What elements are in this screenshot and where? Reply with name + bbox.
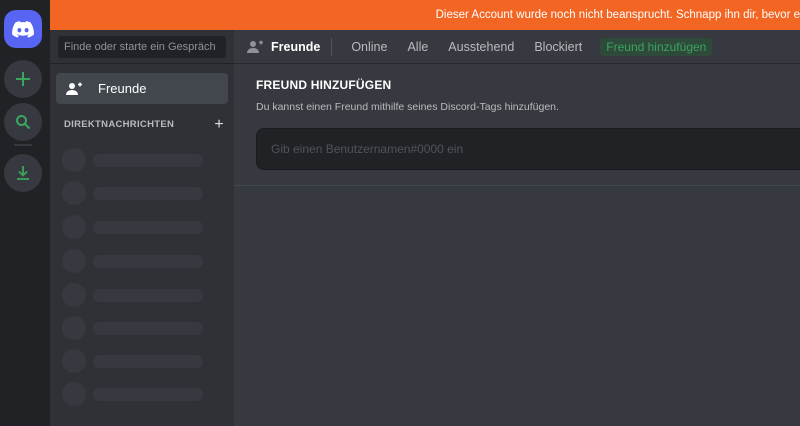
placeholder-bar xyxy=(93,221,203,234)
server-rail xyxy=(0,0,50,426)
tab-blocked[interactable]: Blockiert xyxy=(534,40,582,54)
sidebar-item-label: Freunde xyxy=(98,81,147,96)
page-title-text: Freunde xyxy=(271,39,321,54)
dm-placeholder-row xyxy=(62,283,212,307)
dm-search-bar: Finde oder starte ein Gespräch xyxy=(50,30,234,64)
dm-search-input[interactable]: Finde oder starte ein Gespräch xyxy=(58,35,226,58)
banner-text: Dieser Account wurde noch nicht beanspru… xyxy=(435,9,800,21)
placeholder-bar xyxy=(93,388,203,401)
friends-icon xyxy=(247,40,265,54)
dm-placeholder-row xyxy=(62,349,212,373)
placeholder-avatar xyxy=(62,316,86,340)
tab-add-friend[interactable]: Freund hinzufügen xyxy=(600,37,713,56)
placeholder-bar xyxy=(93,322,203,335)
placeholder-bar xyxy=(93,187,203,200)
placeholder-avatar xyxy=(62,181,86,205)
dm-section-title: DIREKTNACHRICHTEN xyxy=(64,119,175,130)
dm-placeholder-row xyxy=(62,181,212,205)
plus-icon xyxy=(16,72,30,86)
dm-placeholder-row xyxy=(62,148,212,172)
friends-main: Freunde Online Alle Ausstehend Blockiert… xyxy=(234,30,800,426)
placeholder-bar xyxy=(93,289,203,302)
discord-logo-icon xyxy=(12,20,34,38)
dm-placeholder-row xyxy=(62,215,212,239)
home-button[interactable] xyxy=(4,10,42,48)
dm-section-header: DIREKTNACHRICHTEN + xyxy=(64,116,224,132)
download-icon xyxy=(17,166,29,180)
sidebar-item-friends[interactable]: Freunde xyxy=(56,73,228,104)
placeholder-avatar xyxy=(62,382,86,406)
unclaimed-account-banner: Dieser Account wurde noch nicht beanspru… xyxy=(50,0,800,30)
placeholder-avatar xyxy=(62,249,86,273)
tab-all[interactable]: Alle xyxy=(407,40,428,54)
dm-placeholder-row xyxy=(62,316,212,340)
search-icon xyxy=(16,115,31,130)
add-friend-panel: FREUND HINZUFÜGEN Du kannst einen Freund… xyxy=(234,65,800,186)
dm-sidebar: Finde oder starte ein Gespräch Freunde D… xyxy=(50,30,234,426)
placeholder-avatar xyxy=(62,349,86,373)
tab-pending[interactable]: Ausstehend xyxy=(448,40,514,54)
dm-placeholder-row xyxy=(62,249,212,273)
add-friend-description: Du kannst einen Freund mithilfe seines D… xyxy=(256,101,559,113)
placeholder-bar xyxy=(93,355,203,368)
friends-toolbar: Freunde Online Alle Ausstehend Blockiert… xyxy=(234,30,800,64)
create-dm-button[interactable]: + xyxy=(214,116,224,132)
explore-servers-button[interactable] xyxy=(4,103,42,141)
add-friend-heading: FREUND HINZUFÜGEN xyxy=(256,78,392,92)
placeholder-avatar xyxy=(62,283,86,307)
placeholder-bar xyxy=(93,154,203,167)
placeholder-avatar xyxy=(62,148,86,172)
dm-placeholder-row xyxy=(62,382,212,406)
tab-online[interactable]: Online xyxy=(351,40,387,54)
friends-icon xyxy=(66,81,86,97)
username-input[interactable]: Gib einen Benutzernamen#0000 ein xyxy=(256,128,800,170)
placeholder-bar xyxy=(93,255,203,268)
app-window: Dieser Account wurde noch nicht beanspru… xyxy=(0,0,800,426)
add-server-button[interactable] xyxy=(4,60,42,98)
placeholder-avatar xyxy=(62,215,86,239)
rail-separator xyxy=(14,144,32,146)
page-title: Freunde xyxy=(247,37,333,56)
download-apps-button[interactable] xyxy=(4,154,42,192)
